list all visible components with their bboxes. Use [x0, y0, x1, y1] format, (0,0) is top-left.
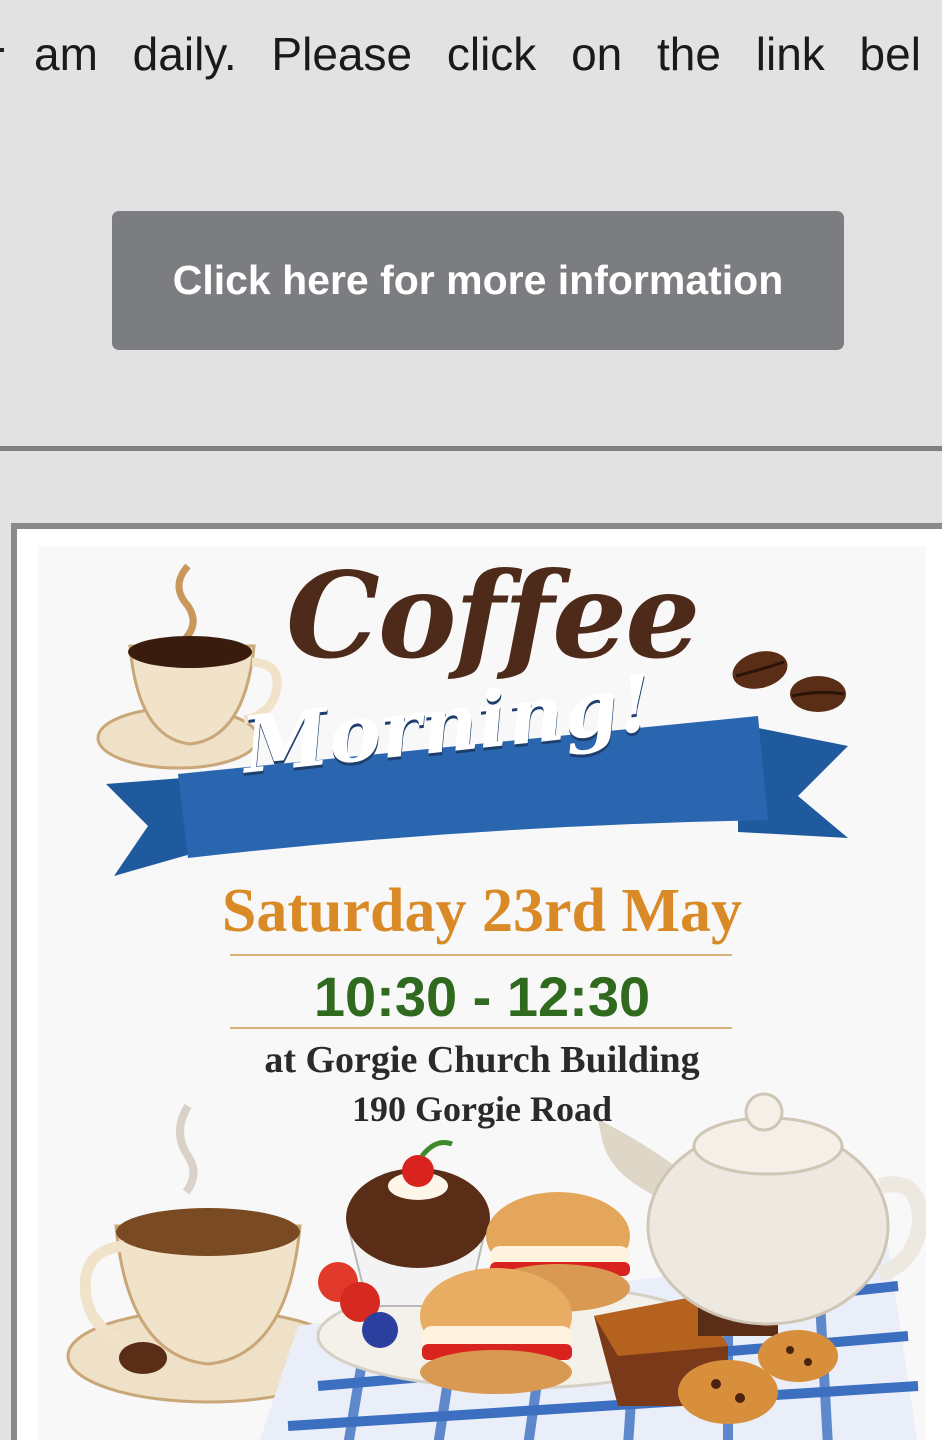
divider-line: [230, 1027, 732, 1029]
divider: [0, 446, 942, 451]
more-information-button[interactable]: Click here for more information: [112, 211, 844, 350]
scone-icon: [420, 1268, 572, 1394]
event-time: 10:30 - 12:30: [313, 965, 651, 1028]
event-venue: at Gorgie Church Building: [264, 1039, 700, 1081]
event-date: Saturday 23rd May: [221, 877, 743, 945]
divider-line: [230, 954, 732, 956]
event-address: 190 Gorgie Road: [352, 1089, 612, 1129]
coffee-morning-poster: Coffee Morning! Saturday 23rd May 10:30 …: [38, 546, 926, 1440]
coffee-bean-icon: [732, 651, 846, 712]
intro-text: am daily. Please click on the link bel: [34, 28, 921, 80]
